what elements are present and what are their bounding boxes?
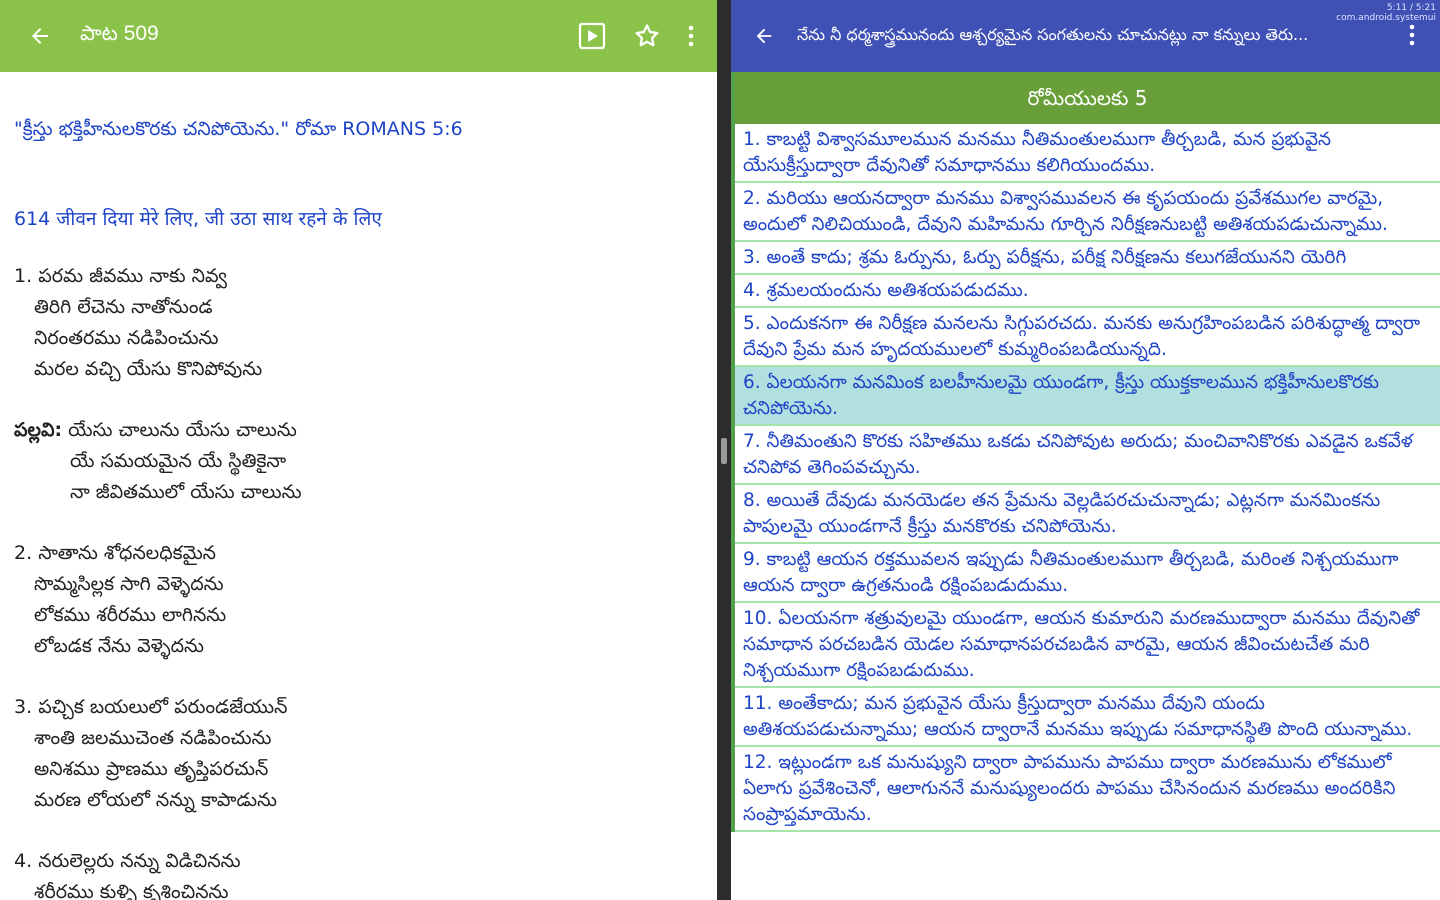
split-screen-divider[interactable]: [717, 0, 731, 900]
verse-item[interactable]: 5. ఎందుకనగా ఈ నిరీక్షణ మనలను సిగ్గుపరచదు…: [735, 308, 1440, 367]
more-vert-icon[interactable]: [687, 25, 695, 47]
bible-pane: 5:11 / 5:21 com.android.systemui నేను నీ…: [731, 0, 1440, 900]
verse-item[interactable]: 3. అంతే కాదు; శ్రమ ఓర్పును, ఓర్పు పరీక్ష…: [735, 242, 1440, 275]
back-arrow-icon[interactable]: [0, 0, 80, 72]
lyric-line: నిరంతరము నడిపించును: [34, 327, 219, 349]
song-app-bar: పాట 509: [0, 0, 717, 72]
stanza-2: 2. సాతాను శోధనలధికమైన సొమ్మసిల్లక సాగి వ…: [14, 538, 717, 662]
verse-list: 1. కాబట్టి విశ్వాసమూలమున మనము నీతిమంతులమ…: [731, 124, 1440, 832]
lyric-line: తిరిగి లేచెను నాతోనుండ: [34, 296, 213, 318]
song-title: పాట 509: [80, 21, 159, 45]
verse-item[interactable]: 11. అంతేకాదు; మన ప్రభువైన యేసు క్రీస్తుద…: [735, 688, 1440, 747]
verse-item[interactable]: 10. ఏలయనగా శత్రువులమై యుండగా, ఆయన కుమారు…: [735, 603, 1440, 688]
stanza-number: 1.: [14, 265, 33, 287]
chapter-header: రోమీయులకు 5: [731, 72, 1440, 124]
hindi-title: 614 जीवन दिया मेरे लिए, जी उठा साथ रहने …: [14, 208, 382, 230]
chorus-label: పల్లవి:: [14, 419, 63, 441]
lyric-line: మరణ లోయలో నన్ను కాపాడును: [34, 789, 277, 811]
chorus: పల్లవి: యేసు చాలును యేసు చాలును యే సమయమై…: [14, 415, 717, 508]
lyric-line: సాతాను శోధనలధికమైన: [38, 542, 217, 564]
song-pane: పాట 509 "క్రీస్తు భక్తిహీనులకొరకు చనిపోయ…: [0, 0, 717, 900]
stanza-4: 4. నరులెల్లరు నన్ను విడిచినను శరీరము కుళ…: [14, 846, 717, 900]
lyric-line: శాంతి జలముచెంత నడిపించును: [34, 727, 272, 749]
verse-item[interactable]: 12. ఇట్లుండగా ఒక మనుష్యుని ద్వారా పాపమున…: [735, 747, 1440, 832]
lyric-line: నరులెల్లరు నన్ను విడిచినను: [38, 850, 241, 872]
lyric-line: లోకము శరీరము లాగినను: [34, 604, 227, 626]
back-arrow-icon[interactable]: [731, 0, 797, 72]
song-lyrics: "క్రీస్తు భక్తిహీనులకొరకు చనిపోయెను." రో…: [0, 118, 717, 900]
verse-item[interactable]: 9. కాబట్టి ఆయన రక్తమువలన ఇప్పుడు నీతిమంత…: [735, 544, 1440, 603]
lyric-line: లోబడక నేను వెళ్ళెదను: [34, 635, 204, 657]
lyric-line: సొమ్మసిల్లక సాగి వెళ్ళెదను: [34, 573, 224, 595]
star-icon[interactable]: [633, 22, 661, 50]
verse-item[interactable]: 7. నీతిమంతుని కొరకు సహితము ఒకడు చనిపోవుట…: [735, 426, 1440, 485]
scripture-reference: "క్రీస్తు భక్తిహీనులకొరకు చనిపోయెను." రో…: [14, 118, 463, 140]
lyric-line: పరమ జీవము నాకు నివ్వ: [38, 265, 227, 287]
verse-item-selected[interactable]: 6. ఏలయనగా మనమింక బలహీనులమై యుండగా, క్రీస…: [735, 367, 1440, 426]
stanza-1: 1. పరమ జీవము నాకు నివ్వ తిరిగి లేచెను నా…: [14, 261, 717, 385]
lyric-line: శరీరము కుళ్ళి కృశించినను: [34, 881, 229, 900]
stanza-3: 3. పచ్చిక బయలులో పరుండజేయున్ శాంతి జలముచ…: [14, 692, 717, 816]
lyric-line: నా జీవితములో యేసు చాలును: [70, 481, 302, 503]
status-overlay: 5:11 / 5:21 com.android.systemui: [1336, 3, 1436, 23]
stanza-number: 2.: [14, 542, 33, 564]
bible-app-bar: 5:11 / 5:21 com.android.systemui నేను నీ…: [731, 0, 1440, 72]
lyric-line: యే సమయమైన యే స్థితికైనా: [70, 450, 287, 472]
verse-item[interactable]: 1. కాబట్టి విశ్వాసమూలమున మనము నీతిమంతులమ…: [735, 124, 1440, 183]
lyric-line: యేసు చాలును యేసు చాలును: [68, 419, 297, 441]
verse-item[interactable]: 2. మరియు ఆయనద్వారా మనము విశ్వాసమువలన ఈ క…: [735, 183, 1440, 242]
lyric-line: అనిశము ప్రాణము తృప్తిపరచున్: [34, 758, 269, 780]
verse-item[interactable]: 4. శ్రమలయందును అతిశయపడుదము.: [735, 275, 1440, 308]
play-icon[interactable]: [577, 21, 607, 51]
lyric-line: పచ్చిక బయలులో పరుండజేయున్: [38, 696, 288, 718]
stanza-number: 3.: [14, 696, 33, 718]
verse-item[interactable]: 8. అయితే దేవుడు మనయెడల తన ప్రేమను వెల్లడ…: [735, 485, 1440, 544]
more-vert-icon[interactable]: [1408, 24, 1416, 46]
lyric-line: మరల వచ్చి యేసు కొనిపోవును: [34, 358, 263, 380]
divider-handle[interactable]: [721, 438, 727, 464]
stanza-number: 4.: [14, 850, 33, 872]
bible-app-title: నేను నీ ధర్మశాస్త్రమునందు ఆశ్చర్యమైన సంగ…: [797, 24, 1309, 44]
